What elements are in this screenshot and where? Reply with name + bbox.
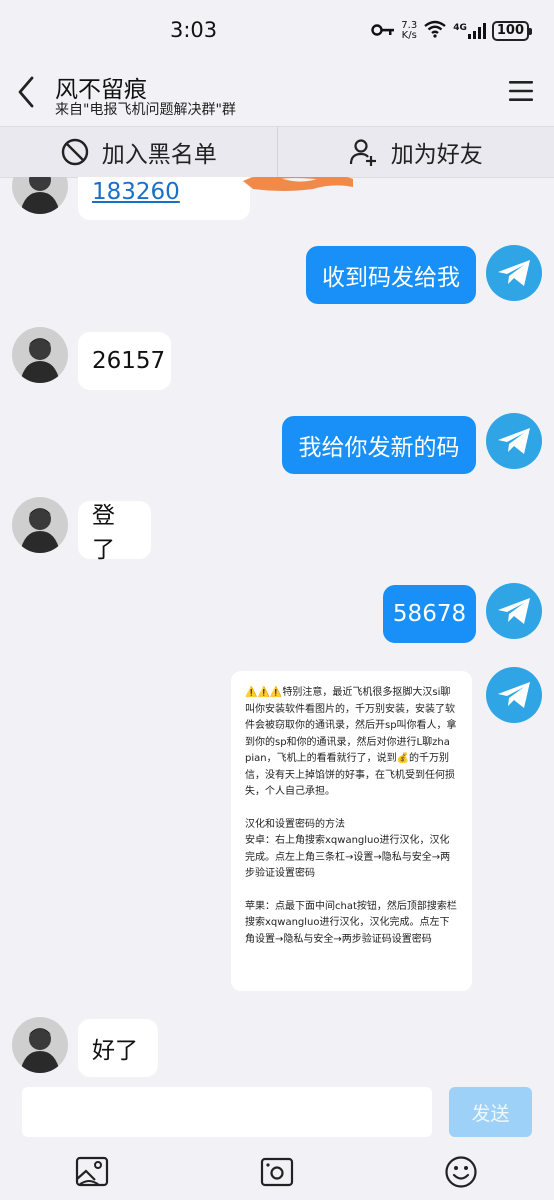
contact-source-group: 来自"电报飞机问题解决群"群 [55, 102, 236, 118]
battery-icon: 100 [491, 21, 532, 41]
status-icons: 7.3 K/s 4G 100 [371, 16, 532, 46]
add-friend-button[interactable]: 加为好友 [278, 127, 554, 177]
notice-apple-steps: 苹果：点最下面中间chat按钮，然后顶部搜索栏搜索xqwangluo进行汉化，汉… [245, 900, 457, 945]
battery-level: 100 [491, 21, 529, 41]
notice-heading: 汉化和设置密码的方法 [245, 818, 345, 830]
contact-avatar[interactable] [12, 327, 68, 383]
message-text: 我给你发新的码 [298, 435, 460, 461]
add-to-blacklist-button[interactable]: 加入黑名单 [0, 127, 277, 177]
message-text: 58678 [392, 601, 467, 627]
message-list[interactable]: 183260 收到码发给我 26157 我给你发新的码 登了 58678 ⚠️⚠… [0, 177, 554, 1077]
notice-paragraph: ⚠️⚠️⚠️特别注意，最近飞机很多抠脚大汉si聊叫你安装软件看图片的，千万别安装… [245, 685, 458, 801]
my-avatar-telegram-icon[interactable] [486, 413, 542, 469]
emoji-button[interactable] [444, 1155, 478, 1189]
message-input[interactable] [22, 1087, 432, 1137]
my-avatar-telegram-icon[interactable] [486, 583, 542, 639]
phone-number-link[interactable]: 183260 [92, 179, 180, 205]
hamburger-menu-icon [509, 81, 533, 101]
block-icon [61, 138, 88, 166]
network-type-label: 4G [453, 23, 467, 33]
my-avatar-telegram-icon[interactable] [486, 667, 542, 723]
key-icon [371, 22, 395, 41]
back-button[interactable] [12, 72, 44, 112]
camera-button[interactable] [260, 1155, 294, 1189]
image-icon [75, 1156, 109, 1187]
message-bubble-outgoing[interactable]: 收到码发给我 [306, 246, 476, 304]
redaction-scribble [243, 177, 353, 191]
message-text: 好了 [92, 1038, 138, 1064]
camera-icon [260, 1157, 294, 1187]
message-bubble-incoming[interactable]: 登了 [78, 501, 151, 563]
warning-icons: ⚠️⚠️⚠️ [245, 687, 283, 698]
message-bubble-outgoing[interactable]: 58678 [383, 585, 476, 643]
menu-button[interactable] [506, 76, 536, 106]
status-bar: 3:03 7.3 K/s 4G 100 [0, 0, 554, 62]
chat-screen: 3:03 7.3 K/s 4G 100 风不留痕 来自"电报飞机问题解决群"群 … [0, 0, 554, 1200]
wifi-icon [423, 20, 447, 42]
cellular-signal-icon: 4G [453, 23, 486, 39]
notice-android-steps: 安卓：右上角搜索xqwangluo进行汉化，汉化完成。点左上角三条杠→设置→隐私… [245, 835, 451, 879]
add-user-icon [349, 139, 376, 166]
network-speed-unit: K/s [401, 30, 417, 41]
message-bubble-incoming[interactable]: 好了 [78, 1019, 158, 1077]
status-time: 3:03 [170, 18, 218, 42]
chat-header: 风不留痕 来自"电报飞机问题解决群"群 [0, 62, 554, 126]
notice-warning-text: 特别注意，最近飞机很多抠脚大汉si聊叫你安装软件看图片的，千万别安装，安装了软件… [245, 687, 457, 797]
message-text: 收到码发给我 [322, 265, 460, 291]
chevron-left-icon [18, 76, 34, 108]
message-image-notice[interactable]: ⚠️⚠️⚠️特别注意，最近飞机很多抠脚大汉si聊叫你安装软件看图片的，千万别安装… [231, 671, 472, 991]
message-bubble-outgoing[interactable]: 我给你发新的码 [282, 416, 476, 474]
image-picker-button[interactable] [75, 1155, 109, 1189]
message-bubble-incoming[interactable]: 26157 [78, 332, 171, 390]
add-friend-label: 加为好友 [390, 142, 483, 168]
contact-avatar[interactable] [12, 497, 68, 553]
smiley-icon [445, 1156, 477, 1188]
send-button[interactable]: 发送 [449, 1087, 532, 1137]
network-speed: 7.3 K/s [401, 21, 417, 41]
contact-avatar[interactable] [12, 1017, 68, 1073]
contact-action-bar: 加入黑名单 加为好友 [0, 126, 554, 178]
message-text: 登了 [92, 503, 115, 563]
contact-avatar[interactable] [12, 177, 68, 214]
message-bubble-incoming[interactable]: 183260 [78, 177, 353, 220]
message-text: 26157 [92, 348, 166, 374]
compose-bar: 发送 [0, 1077, 554, 1200]
add-to-blacklist-label: 加入黑名单 [101, 142, 217, 168]
my-avatar-telegram-icon[interactable] [486, 245, 542, 301]
